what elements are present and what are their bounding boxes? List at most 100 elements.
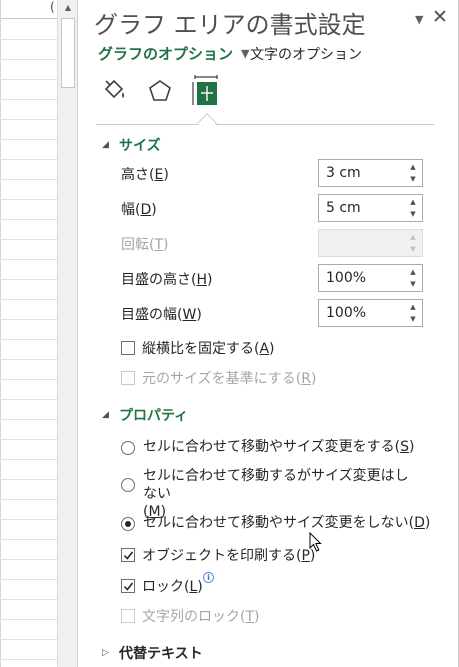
close-icon[interactable]: ✕	[432, 6, 448, 28]
radio-button[interactable]	[121, 517, 135, 531]
checkbox-box[interactable]	[121, 579, 135, 593]
selected-category-caret	[197, 113, 217, 133]
scale-height-accesskey: H	[196, 272, 207, 288]
grid-line	[0, 439, 57, 440]
relative-original-label-text: 元のサイズを基準にする	[142, 371, 296, 387]
width-label: 幅(D)	[121, 202, 157, 218]
spin-down-icon[interactable]: ▼	[407, 208, 419, 220]
rotation-spinner: ▲ ▼	[318, 229, 423, 257]
height-value[interactable]: 3 cm	[326, 165, 361, 181]
grid-line	[0, 319, 57, 320]
spin-up-icon[interactable]: ▲	[407, 161, 419, 173]
grid-line	[0, 519, 57, 520]
pentagon-icon[interactable]	[144, 73, 176, 109]
lock-text-label-text: 文字列のロック	[142, 609, 240, 625]
height-spinner[interactable]: 3 cm ▲ ▼	[318, 159, 423, 187]
relative-original-label: 元のサイズを基準にする(R)	[142, 371, 317, 387]
radio-move-no-size[interactable]: セルに合わせて移動するがサイズ変更はしない (M)	[121, 467, 421, 521]
width-value[interactable]: 5 cm	[326, 200, 361, 216]
grid-line	[0, 479, 57, 480]
scale-width-value[interactable]: 100%	[326, 305, 366, 321]
locked-checkbox[interactable]: ロック(L)	[121, 576, 203, 596]
tab-graph-options-label: グラフのオプション	[98, 45, 234, 63]
vertical-scrollbar[interactable]: ▲	[57, 0, 78, 667]
width-spinner[interactable]: 5 cm ▲ ▼	[318, 194, 423, 222]
radio-move-and-size[interactable]: セルに合わせて移動やサイズ変更をする(S)	[121, 438, 414, 456]
collapse-triangle-icon: ◢	[102, 140, 109, 150]
size-section-header[interactable]: ◢ サイズ	[102, 135, 161, 155]
scale-height-label: 目盛の高さ(H)	[121, 272, 213, 288]
scale-height-label-text: 目盛の高さ	[121, 272, 191, 288]
chevron-down-icon[interactable]: ▼	[241, 47, 249, 60]
grid-line	[0, 139, 57, 140]
grid-line	[0, 0, 1, 667]
lock-aspect-label: 縦横比を固定する(A)	[142, 341, 275, 357]
locked-label: ロック(L)	[142, 579, 203, 595]
grid-line	[0, 399, 57, 400]
column-header-fragment: (	[50, 0, 55, 14]
alt-text-section-title: 代替テキスト	[119, 646, 203, 662]
checkbox-box	[121, 371, 135, 385]
scroll-up-arrow-icon[interactable]: ▲	[58, 0, 78, 14]
grid-line	[0, 219, 57, 220]
radio-move-and-size-text: セルに合わせて移動やサイズ変更をする	[143, 439, 395, 455]
print-object-checkbox[interactable]: オブジェクトを印刷する(P)	[121, 545, 315, 565]
locked-accesskey: L	[189, 579, 198, 595]
paint-bucket-icon[interactable]	[98, 73, 130, 109]
radio-no-move[interactable]: セルに合わせて移動やサイズ変更をしない(D)	[121, 514, 430, 532]
radio-button[interactable]	[121, 441, 135, 455]
scale-width-label: 目盛の幅(W)	[121, 307, 202, 323]
size-section-title: サイズ	[119, 138, 161, 154]
rotation-label-text: 回転	[121, 237, 149, 253]
grid-line	[0, 159, 57, 160]
spin-up-icon[interactable]: ▲	[407, 266, 419, 278]
spin-down-icon[interactable]: ▼	[407, 278, 419, 290]
grid-line	[0, 39, 57, 40]
grid-line	[0, 419, 57, 420]
grid-line	[0, 79, 57, 80]
spin-up-icon: ▲	[410, 233, 416, 241]
scrollbar-thumb[interactable]	[61, 18, 75, 88]
spin-down-icon: ▼	[410, 245, 416, 253]
grid-line	[0, 659, 57, 660]
radio-no-move-text: セルに合わせて移動やサイズ変更をしない	[143, 515, 409, 531]
radio-move-no-size-label: セルに合わせて移動するがサイズ変更はしない (M)	[143, 468, 409, 520]
height-label-text: 高さ	[121, 167, 149, 183]
lock-text-checkbox: 文字列のロック(T)	[121, 606, 260, 626]
grid-line	[0, 459, 57, 460]
grid-line	[0, 379, 57, 380]
grid-line	[0, 199, 57, 200]
grid-line	[0, 579, 57, 580]
properties-section-header[interactable]: ◢ プロパティ	[102, 405, 188, 425]
worksheet-grid[interactable]: (	[0, 0, 57, 667]
tab-text-options[interactable]: 文字のオプション	[250, 44, 362, 64]
radio-move-no-size-text: セルに合わせて移動するがサイズ変更はしない	[143, 468, 409, 502]
checkbox-box[interactable]	[121, 341, 135, 355]
relative-original-accesskey: R	[301, 371, 311, 387]
grid-line	[0, 539, 57, 540]
grid-line	[0, 299, 57, 300]
format-chart-area-pane: グラフ エリアの書式設定 ▼ ✕ グラフのオプション ▼ 文字のオプション ◢ …	[80, 0, 459, 667]
spin-down-icon[interactable]: ▼	[407, 313, 419, 325]
scale-height-value[interactable]: 100%	[326, 270, 366, 286]
scale-height-spinner[interactable]: 100% ▲ ▼	[318, 264, 423, 292]
spin-down-icon[interactable]: ▼	[407, 173, 419, 185]
width-accesskey: D	[140, 202, 152, 218]
size-properties-icon[interactable]	[190, 73, 222, 109]
info-icon[interactable]: i	[203, 572, 214, 583]
lock-text-label: 文字列のロック(T)	[142, 609, 260, 625]
grid-line	[0, 239, 57, 240]
spin-up-icon[interactable]: ▲	[407, 301, 419, 313]
chevron-down-icon[interactable]: ▼	[415, 13, 423, 26]
pane-title: グラフ エリアの書式設定	[94, 11, 366, 39]
alt-text-section-header[interactable]: ▷ 代替テキスト	[102, 643, 203, 663]
grid-line	[0, 499, 57, 500]
radio-button[interactable]	[121, 478, 135, 492]
scale-width-spinner[interactable]: 100% ▲ ▼	[318, 299, 423, 327]
tab-graph-options[interactable]: グラフのオプション ▼	[98, 43, 249, 64]
spin-up-icon[interactable]: ▲	[407, 196, 419, 208]
lock-aspect-checkbox[interactable]: 縦横比を固定する(A)	[121, 338, 275, 358]
grid-line	[0, 259, 57, 260]
checkbox-box[interactable]	[121, 548, 135, 562]
grid-line	[0, 119, 57, 120]
